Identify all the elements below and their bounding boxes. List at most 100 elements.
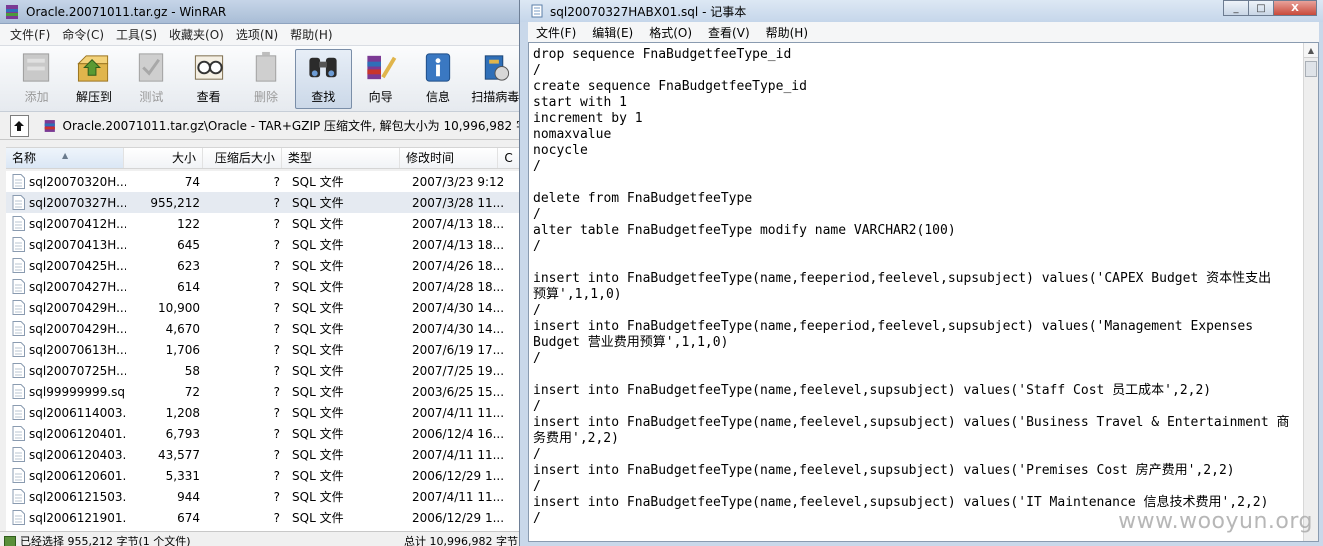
test-button[interactable]: 测试 [123, 49, 180, 109]
notepad-app-icon [531, 4, 543, 18]
file-row[interactable]: sql2006114003... 1,208? SQL 文件 2007/4/11 11… [6, 402, 528, 423]
file-row[interactable]: sql2006120401... 6,793? SQL 文件 2006/12/4 16… [6, 423, 528, 444]
delete-button[interactable]: 删除 [237, 49, 294, 109]
scan-virus-button[interactable]: 扫描病毒 [467, 49, 524, 109]
up-folder-button[interactable] [10, 114, 29, 137]
text-line: / [533, 447, 541, 462]
file-packed-cell: ? [273, 258, 280, 273]
extract-icon [77, 55, 109, 82]
file-row[interactable]: sql20070429H... 4,670? SQL 文件 2007/4/30 14.… [6, 318, 528, 339]
np-menu-edit[interactable]: 编辑(E) [584, 24, 641, 41]
file-row[interactable]: sql20070327H... 955,212? SQL 文件 2007/3/28 1… [6, 192, 528, 213]
column-size[interactable]: 大小 [124, 148, 203, 168]
text-line: start with 1 [533, 95, 627, 110]
file-name-cell: sql2006120601... [6, 468, 126, 483]
up-arrow-icon [14, 120, 25, 131]
file-row[interactable]: sql2006121901... 674? SQL 文件 2006/12/29 1..… [6, 507, 528, 528]
file-list: sql20070320H... 74? SQL 文件 2007/3/23 9:12 sq… [6, 171, 528, 531]
file-name-cell: sql20070425H... [6, 258, 126, 273]
file-packed-cell: ? [273, 363, 280, 378]
np-menu-view[interactable]: 查看(V) [700, 24, 758, 41]
file-row[interactable]: sql20070613H... 1,706? SQL 文件 2007/6/19 17.… [6, 339, 528, 360]
wizard-button[interactable]: 向导 [352, 49, 409, 109]
menu-file[interactable]: 文件(F) [4, 24, 56, 45]
file-row[interactable]: sql20070425H... 623? SQL 文件 2007/4/26 18... [6, 255, 528, 276]
text-line: / [533, 63, 541, 78]
scroll-thumb[interactable] [1305, 61, 1317, 77]
text-line: insert into FnaBudgetfeeType(name,feeper… [533, 319, 1254, 334]
file-row[interactable]: sql20070412H... 122? SQL 文件 2007/4/13 18... [6, 213, 528, 234]
text-line [533, 175, 1313, 191]
menu-tools[interactable]: 工具(S) [110, 24, 163, 45]
maximize-icon: □ [1256, 2, 1266, 14]
menu-favorites[interactable]: 收藏夹(O) [163, 24, 230, 45]
file-list-header: ▲ 名称 大小 压缩后大小 类型 修改时间 C [6, 147, 528, 169]
add-icon [22, 53, 49, 82]
file-row[interactable]: sql20070320H... 74? SQL 文件 2007/3/23 9:12 [6, 171, 528, 192]
file-packed-cell: ? [273, 447, 280, 462]
column-modified[interactable]: 修改时间 [400, 148, 499, 168]
extract-to-button[interactable]: 解压到 [65, 49, 122, 109]
file-size-cell: 5,331 [165, 468, 200, 483]
file-name-cell: sql2006121503... [6, 489, 126, 504]
scroll-up-icon[interactable]: ▲ [1304, 43, 1318, 58]
np-menu-help[interactable]: 帮助(H) [758, 24, 816, 41]
minimize-button[interactable]: _ [1223, 0, 1249, 16]
sql-file-icon [12, 300, 25, 315]
np-menu-file[interactable]: 文件(F) [528, 24, 584, 41]
text-line [533, 255, 1313, 271]
np-menu-format[interactable]: 格式(O) [641, 24, 700, 41]
file-type-cell: SQL 文件 [292, 490, 344, 504]
close-button[interactable]: X [1273, 0, 1317, 16]
file-size-cell: 4,670 [165, 321, 200, 336]
file-modified-cell: 2003/6/25 15... [412, 384, 505, 399]
menu-help[interactable]: 帮助(H) [284, 24, 338, 45]
notepad-titlebar[interactable]: sql20070327HABX01.sql - 记事本 [520, 0, 1323, 22]
watermark: www.wooyun.org [1118, 509, 1313, 534]
add-button[interactable]: 添加 [8, 49, 65, 109]
text-line: nocycle [533, 143, 588, 158]
view-icon [194, 55, 223, 80]
file-modified-cell: 2007/4/30 14... [412, 321, 505, 336]
file-modified-cell: 2007/4/11 11... [412, 447, 505, 462]
column-type[interactable]: 类型 [282, 148, 400, 168]
file-row[interactable]: sql99999999.sql 72? SQL 文件 2003/6/25 15... [6, 381, 528, 402]
info-button[interactable]: 信息 [409, 49, 466, 109]
file-row[interactable]: sql2006120601... 5,331? SQL 文件 2006/12/29 1… [6, 465, 528, 486]
file-packed-cell: ? [273, 384, 280, 399]
file-type-cell: SQL 文件 [292, 469, 344, 483]
file-row[interactable]: sql20070427H... 614? SQL 文件 2007/4/28 18... [6, 276, 528, 297]
file-row[interactable]: sql2006120403... 43,577? SQL 文件 2007/4/11 1… [6, 444, 528, 465]
column-packed[interactable]: 压缩后大小 [203, 148, 282, 168]
file-row[interactable]: sql2006121503... 944? SQL 文件 2007/4/11 11..… [6, 486, 528, 507]
archive-path: Oracle.20071011.tar.gz\Oracle - TAR+GZIP… [62, 119, 529, 133]
file-row[interactable]: sql20070413H... 645? SQL 文件 2007/4/13 18... [6, 234, 528, 255]
file-size-cell: 645 [177, 237, 200, 252]
file-type-cell: SQL 文件 [292, 427, 344, 441]
file-type-cell: SQL 文件 [292, 343, 344, 357]
text-line: / [533, 159, 541, 174]
menu-options[interactable]: 选项(N) [230, 24, 284, 45]
file-name-cell: sql20070429H... [6, 321, 126, 336]
maximize-button[interactable]: □ [1248, 0, 1274, 16]
column-name[interactable]: ▲ 名称 [6, 148, 125, 168]
menu-command[interactable]: 命令(C) [56, 24, 110, 45]
file-modified-cell: 2007/6/19 17... [412, 342, 505, 357]
find-button[interactable]: 查找 [294, 49, 352, 109]
file-size-cell: 43,577 [158, 447, 200, 462]
file-row[interactable]: sql20070429H... 10,900? SQL 文件 2007/4/30 14… [6, 297, 528, 318]
test-icon [139, 53, 164, 82]
file-packed-cell: ? [273, 468, 280, 483]
winrar-titlebar[interactable]: Oracle.20071011.tar.gz - WinRAR [0, 0, 528, 24]
vertical-scrollbar[interactable]: ▲ [1303, 43, 1318, 541]
file-size-cell: 122 [177, 216, 200, 231]
file-modified-cell: 2007/4/28 18... [412, 279, 505, 294]
notepad-text-area[interactable]: drop sequence FnaBudgetfeeType_id / create… [528, 42, 1319, 542]
file-row[interactable]: sql20070725H... 58? SQL 文件 2007/7/25 19... [6, 360, 528, 381]
sql-file-icon [12, 426, 25, 441]
sql-file-icon [12, 384, 25, 399]
view-button[interactable]: 查看 [180, 49, 237, 109]
text-line [533, 367, 1313, 383]
file-packed-cell: ? [273, 174, 280, 189]
file-modified-cell: 2007/3/23 9:12 [412, 174, 505, 189]
